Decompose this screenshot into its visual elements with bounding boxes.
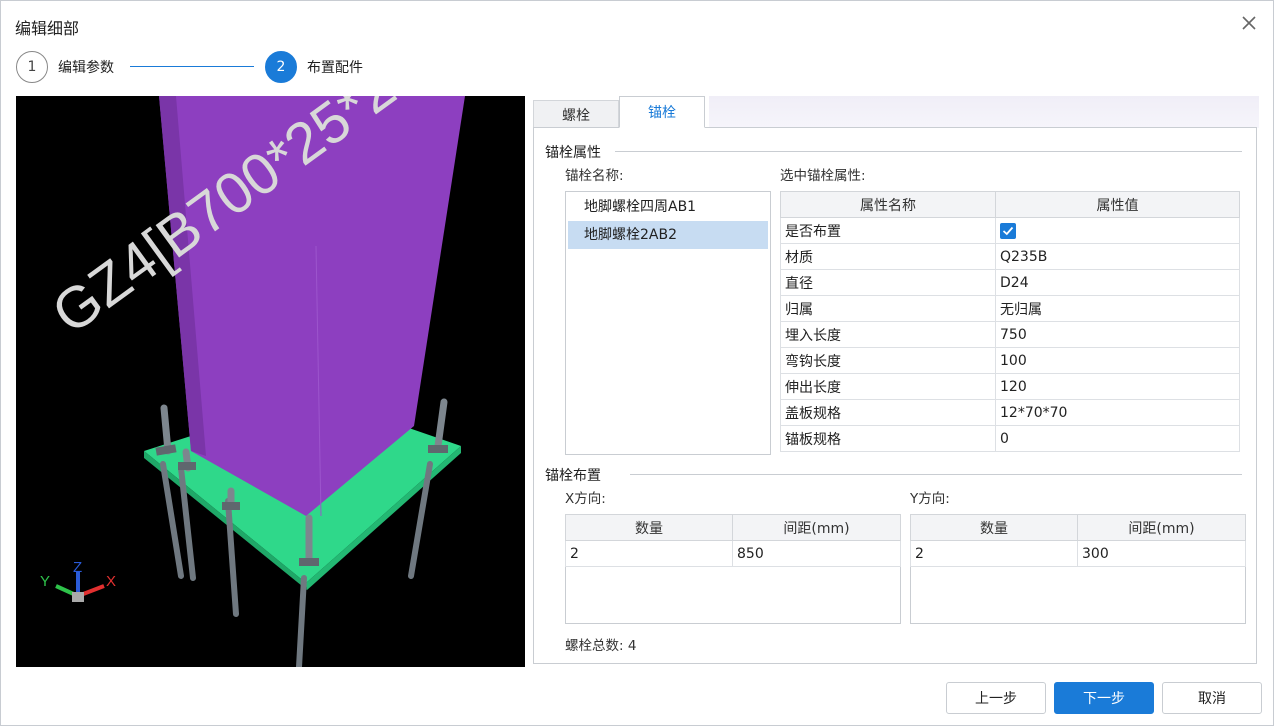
x-direction-label: X方向:: [565, 491, 606, 507]
selected-props-label: 选中锚栓属性:: [780, 168, 866, 184]
tab-bar: 螺栓 锚栓: [533, 96, 705, 128]
step-edit-params[interactable]: 1 编辑参数: [16, 51, 114, 83]
dialog-title: 编辑细部: [15, 19, 80, 38]
header-spacing: 间距(mm): [1077, 514, 1246, 541]
svg-text:Z: Z: [73, 559, 82, 576]
prop-name: 弯钩长度: [780, 347, 996, 374]
x-count-cell[interactable]: 2: [565, 540, 733, 567]
svg-text:Y: Y: [40, 573, 50, 590]
prop-value[interactable]: 无归属: [995, 295, 1240, 322]
step-number-2: 2: [265, 51, 297, 83]
svg-text:X: X: [106, 573, 116, 590]
prop-value[interactable]: 100: [995, 347, 1240, 374]
section-anchor-layout: 锚栓布置: [545, 468, 601, 484]
y-direction-table: 数量 间距(mm) 2 300: [910, 514, 1246, 567]
3d-viewport[interactable]: GZ4[B700*25*25] X Y Z: [16, 96, 525, 667]
prop-name: 锚板规格: [780, 425, 996, 452]
step-connector: [130, 66, 254, 67]
anchor-props-table: 属性名称 属性值 是否布置 材质 Q235B 直径 D24 归属 无归属 埋入长度 75…: [780, 191, 1240, 452]
header-count: 数量: [565, 514, 733, 541]
prop-value[interactable]: 120: [995, 373, 1240, 400]
header-spacing: 间距(mm): [732, 514, 901, 541]
prop-value[interactable]: D24: [995, 269, 1240, 296]
header-count: 数量: [910, 514, 1078, 541]
step-place-parts[interactable]: 2 布置配件: [265, 51, 363, 83]
x-direction-table: 数量 间距(mm) 2 850: [565, 514, 901, 567]
header-prop-value: 属性值: [995, 191, 1240, 218]
bolt-total: 螺栓总数: 4: [565, 638, 637, 654]
y-direction-label: Y方向:: [910, 491, 950, 507]
prop-value-checkbox[interactable]: [995, 217, 1240, 244]
list-item-selected[interactable]: 地脚螺栓2AB2: [568, 221, 768, 249]
anchor-name-label: 锚栓名称:: [565, 168, 624, 184]
section-anchor-props: 锚栓属性: [545, 145, 601, 161]
step-number-1: 1: [16, 51, 48, 83]
section-divider: [630, 474, 1242, 475]
prop-name: 材质: [780, 243, 996, 270]
tab-bolts[interactable]: 螺栓: [533, 100, 619, 128]
prop-name: 是否布置: [780, 217, 996, 244]
prop-value[interactable]: 750: [995, 321, 1240, 348]
tab-anchor-bolts[interactable]: 锚栓: [619, 96, 705, 128]
list-item[interactable]: 地脚螺栓四周AB1: [568, 193, 768, 221]
close-icon[interactable]: [1239, 13, 1259, 33]
anchor-name-list[interactable]: 地脚螺栓四周AB1 地脚螺栓2AB2: [565, 191, 771, 455]
axis-gizmo: X Y Z: [40, 559, 116, 602]
prop-value[interactable]: 0: [995, 425, 1240, 452]
next-step-button[interactable]: 下一步: [1054, 682, 1154, 714]
cancel-button[interactable]: 取消: [1162, 682, 1262, 714]
tabs-strip: [709, 96, 1259, 128]
prop-name: 盖板规格: [780, 399, 996, 426]
prop-value[interactable]: 12*70*70: [995, 399, 1240, 426]
prop-name: 直径: [780, 269, 996, 296]
x-spacing-cell[interactable]: 850: [732, 540, 901, 567]
prop-name: 归属: [780, 295, 996, 322]
y-count-cell[interactable]: 2: [910, 540, 1078, 567]
y-spacing-cell[interactable]: 300: [1077, 540, 1246, 567]
prop-name: 伸出长度: [780, 373, 996, 400]
section-divider: [615, 151, 1242, 152]
step-label-2: 布置配件: [307, 60, 363, 76]
prev-step-button[interactable]: 上一步: [946, 682, 1046, 714]
prop-name: 埋入长度: [780, 321, 996, 348]
step-label-1: 编辑参数: [58, 60, 114, 76]
header-prop-name: 属性名称: [780, 191, 996, 218]
checkbox-checked-icon[interactable]: [1000, 222, 1016, 239]
prop-value[interactable]: Q235B: [995, 243, 1240, 270]
